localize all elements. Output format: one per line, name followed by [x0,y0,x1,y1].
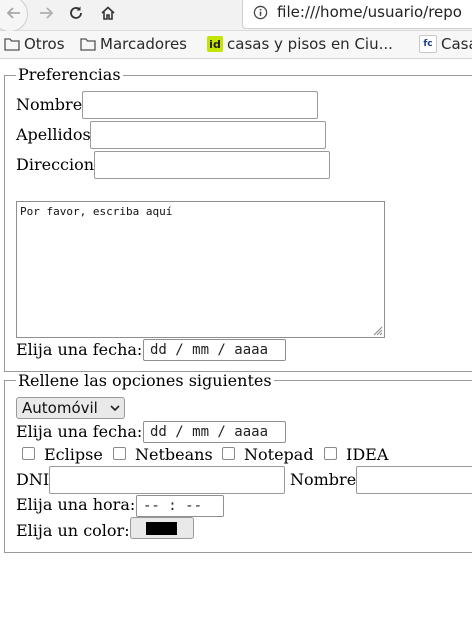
hora-input[interactable]: -- : -- [136,495,224,517]
color-picker-button[interactable] [130,517,194,539]
folder-icon [80,37,96,51]
color-label: Elija un color: [16,521,130,540]
legend-opciones: Rellene las opciones siguientes [16,371,274,390]
bookmark-casas-y-pisos[interactable]: id casas y pisos en Ciu... [207,34,393,54]
fotocasa-favicon: fc [419,35,437,53]
vehicle-select[interactable]: Automóvil [16,397,125,419]
nombre2-input[interactable] [356,466,472,494]
fecha2-label: Elija una fecha: [16,422,143,441]
notepad-checkbox[interactable] [222,447,235,460]
idea-label: IDEA [346,445,389,464]
bookmark-otros[interactable]: Otros [4,34,65,54]
apellidos-input[interactable] [90,121,326,149]
info-icon[interactable] [253,5,268,24]
back-button[interactable] [0,0,28,32]
browser-toolbar: file:///home/usuario/repo [0,0,472,32]
chevron-down-icon [110,405,120,412]
reload-icon [70,6,82,19]
legend-preferencias: Preferencias [16,65,123,84]
fecha-label: Elija una fecha: [16,340,143,359]
bookmark-casa[interactable]: fc Casa [419,34,472,54]
fecha2-input[interactable]: dd / mm / aaaa [143,421,286,443]
nombre2-label: Nombre [290,470,357,489]
bookmark-label: Marcadores [100,35,187,53]
forward-button[interactable] [32,0,60,26]
bookmark-label: casas y pisos en Ciu... [227,35,393,53]
notepad-label: Notepad [244,445,314,464]
back-arrow-icon [6,7,20,19]
reload-button[interactable] [62,0,90,26]
nombre-input[interactable] [82,91,318,119]
eclipse-checkbox[interactable] [22,447,35,460]
bookmark-label: Casa [441,35,472,53]
bookmark-marcadores[interactable]: Marcadores [80,34,187,54]
netbeans-label: Netbeans [135,445,213,464]
bookmarks-bar: Otros Marcadores id casas y pisos en Ciu… [0,31,472,59]
apellidos-label: Apellidos [16,125,91,144]
textarea-text: Por favor, escriba aquí [20,205,173,218]
fecha-input[interactable]: dd / mm / aaaa [143,339,286,361]
direccion-label: Direccion [16,155,95,174]
hora-label: Elija una hora: [16,495,136,514]
address-bar[interactable]: file:///home/usuario/repo [242,0,472,29]
nombre-label: Nombre [16,95,83,114]
color-swatch [146,522,177,535]
address-url: file:///home/usuario/repo [277,3,462,21]
home-icon [101,6,115,20]
dni-input[interactable] [49,466,285,494]
eclipse-label: Eclipse [44,445,103,464]
folder-icon [4,37,20,51]
idea-checkbox[interactable] [324,447,337,460]
dni-label: DNI [16,470,50,489]
direccion-input[interactable] [94,151,330,179]
forward-arrow-icon [40,7,54,19]
bookmark-label: Otros [24,35,65,53]
idealista-favicon: id [207,36,223,52]
netbeans-checkbox[interactable] [113,447,126,460]
comments-textarea[interactable]: Por favor, escriba aquí [16,201,385,338]
select-value: Automóvil [22,399,98,417]
resize-grip-icon[interactable] [371,324,383,336]
home-button[interactable] [94,0,122,26]
